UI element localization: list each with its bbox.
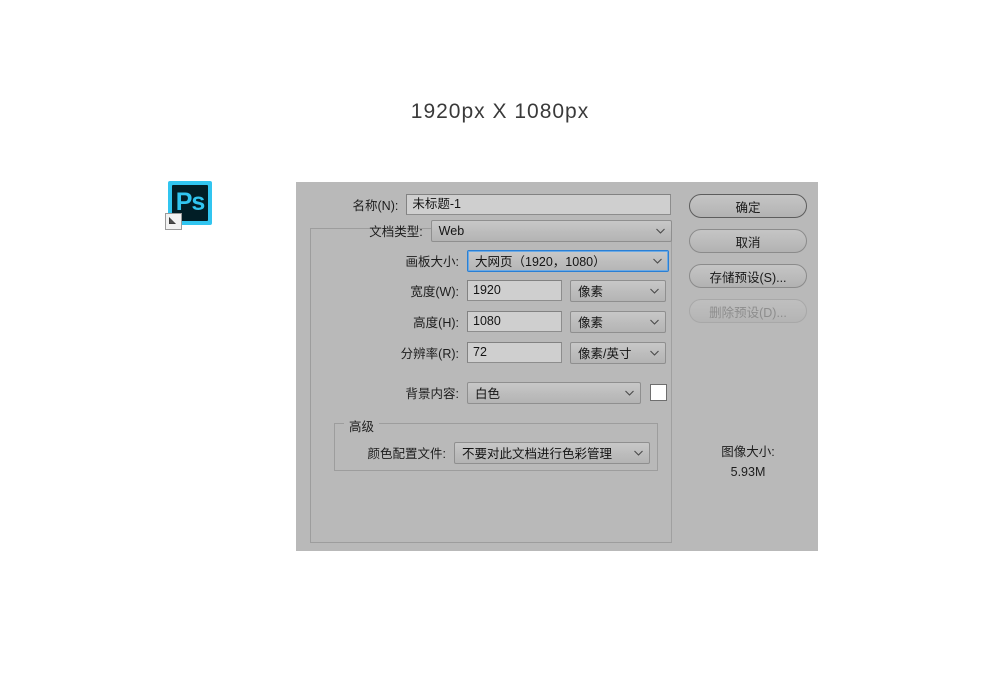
- background-contents-select[interactable]: 白色: [467, 381, 641, 404]
- row-name: 名称(N): 未标题-1: [341, 194, 671, 215]
- height-label: 高度(H):: [413, 316, 459, 330]
- background-contents-label: 背景内容:: [405, 387, 459, 401]
- document-type-value: Web: [438, 223, 465, 238]
- artboard-size-select[interactable]: 大网页（1920，1080）: [467, 249, 669, 272]
- row-color-profile: 颜色配置文件: 不要对此文档进行色彩管理: [360, 441, 658, 464]
- artboard-size-label: 画板大小:: [405, 255, 459, 269]
- shortcut-arrow-icon: [165, 213, 182, 230]
- row-background-contents: 背景内容: 白色: [397, 381, 672, 404]
- width-input[interactable]: 1920: [467, 280, 562, 301]
- save-preset-button[interactable]: 存储预设(S)...: [689, 264, 807, 288]
- chevron-down-icon: [650, 350, 659, 356]
- color-profile-label: 颜色配置文件:: [367, 447, 446, 461]
- row-width: 宽度(W): 1920 像素: [397, 279, 672, 302]
- chevron-down-icon: [634, 450, 643, 456]
- chevron-down-icon: [625, 390, 634, 396]
- photoshop-desktop-icon[interactable]: Ps: [165, 181, 212, 230]
- background-contents-value: 白色: [475, 387, 501, 401]
- document-type-select[interactable]: Web: [430, 219, 672, 242]
- page-caption: 1920px X 1080px: [410, 100, 590, 123]
- height-input[interactable]: 1080: [467, 311, 562, 332]
- cancel-button[interactable]: 取消: [689, 229, 807, 253]
- delete-preset-button: 删除预设(D)...: [689, 299, 807, 323]
- row-document-type: 文档类型: Web: [362, 219, 672, 242]
- ok-button[interactable]: 确定: [689, 194, 807, 218]
- height-unit-value: 像素: [578, 316, 604, 330]
- row-resolution: 分辨率(R): 72 像素/英寸: [397, 341, 672, 364]
- color-profile-select[interactable]: 不要对此文档进行色彩管理: [454, 441, 650, 464]
- height-unit-select[interactable]: 像素: [570, 310, 666, 333]
- row-artboard-size: 画板大小: 大网页（1920，1080）: [397, 249, 672, 272]
- resolution-input[interactable]: 72: [467, 342, 562, 363]
- image-size-label: 图像大小:: [721, 445, 775, 459]
- name-label: 名称(N):: [352, 199, 399, 213]
- chevron-down-icon: [650, 288, 659, 294]
- resolution-unit-select[interactable]: 像素/英寸: [570, 341, 666, 364]
- resolution-unit-value: 像素/英寸: [578, 347, 632, 361]
- background-color-swatch[interactable]: [650, 384, 667, 401]
- image-size-value: 5.93M: [730, 465, 766, 479]
- artboard-size-value: 大网页（1920，1080）: [475, 255, 606, 269]
- width-unit-value: 像素: [578, 285, 604, 299]
- row-height: 高度(H): 1080 像素: [397, 310, 672, 333]
- advanced-group-legend: 高级: [344, 416, 380, 435]
- resolution-label: 分辨率(R):: [400, 347, 459, 361]
- document-type-label: 文档类型:: [369, 225, 423, 239]
- width-label: 宽度(W):: [410, 285, 459, 299]
- chevron-down-icon: [656, 228, 665, 234]
- width-unit-select[interactable]: 像素: [570, 279, 666, 302]
- new-document-dialog: 名称(N): 未标题-1 文档类型: Web 画板大小: 大网页（1920，10…: [296, 182, 818, 551]
- chevron-down-icon: [650, 319, 659, 325]
- chevron-down-icon: [653, 258, 662, 264]
- color-profile-value: 不要对此文档进行色彩管理: [462, 447, 613, 461]
- name-input[interactable]: 未标题-1: [406, 194, 671, 215]
